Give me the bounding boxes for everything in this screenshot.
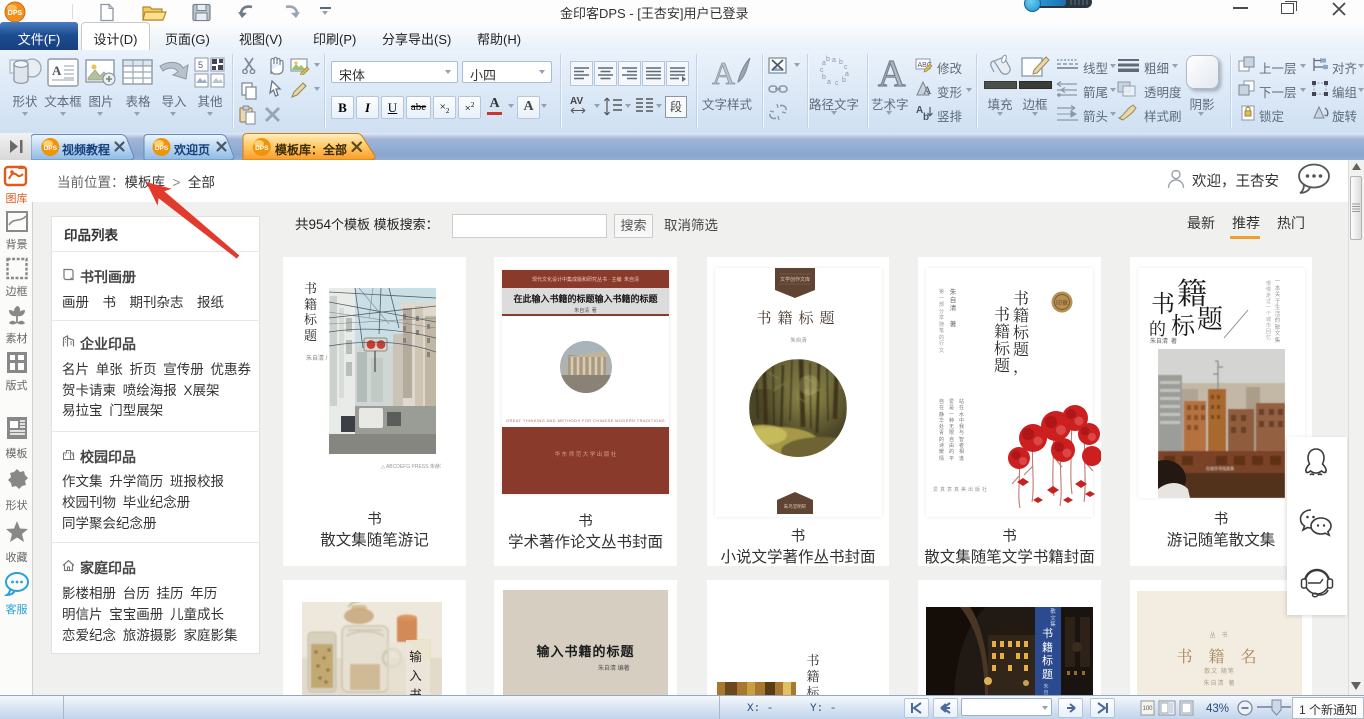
svg-text:c: c xyxy=(844,64,848,71)
svg-text:A: A xyxy=(52,63,62,78)
svg-text:印章: 印章 xyxy=(1056,299,1068,307)
svg-text:c: c xyxy=(835,80,839,87)
svg-text:a: a xyxy=(827,79,831,86)
svg-text:文学创作文库: 文学创作文库 xyxy=(780,276,810,283)
svg-text:c: c xyxy=(820,67,824,74)
svg-text:DPS: DPS xyxy=(155,145,169,152)
svg-text:5: 5 xyxy=(198,60,203,70)
svg-text:a: a xyxy=(832,57,836,64)
svg-text:DPS: DPS xyxy=(255,145,269,152)
svg-text:b: b xyxy=(842,77,846,84)
svg-text:100: 100 xyxy=(1143,706,1154,712)
svg-text:朱鸟堂明轩: 朱鸟堂明轩 xyxy=(784,503,807,510)
svg-text:b: b xyxy=(826,56,830,63)
svg-text:A: A xyxy=(712,55,735,90)
svg-text:b: b xyxy=(839,59,843,66)
svg-text:b: b xyxy=(822,74,826,81)
svg-text:A: A xyxy=(878,53,906,92)
svg-text:DPS: DPS xyxy=(8,10,23,17)
svg-text:DPS: DPS xyxy=(44,145,58,152)
svg-text:A: A xyxy=(923,83,932,97)
svg-text:输入书: 输入书 xyxy=(407,646,421,695)
svg-text:在城市寻找故事: 在城市寻找故事 xyxy=(1206,465,1234,471)
